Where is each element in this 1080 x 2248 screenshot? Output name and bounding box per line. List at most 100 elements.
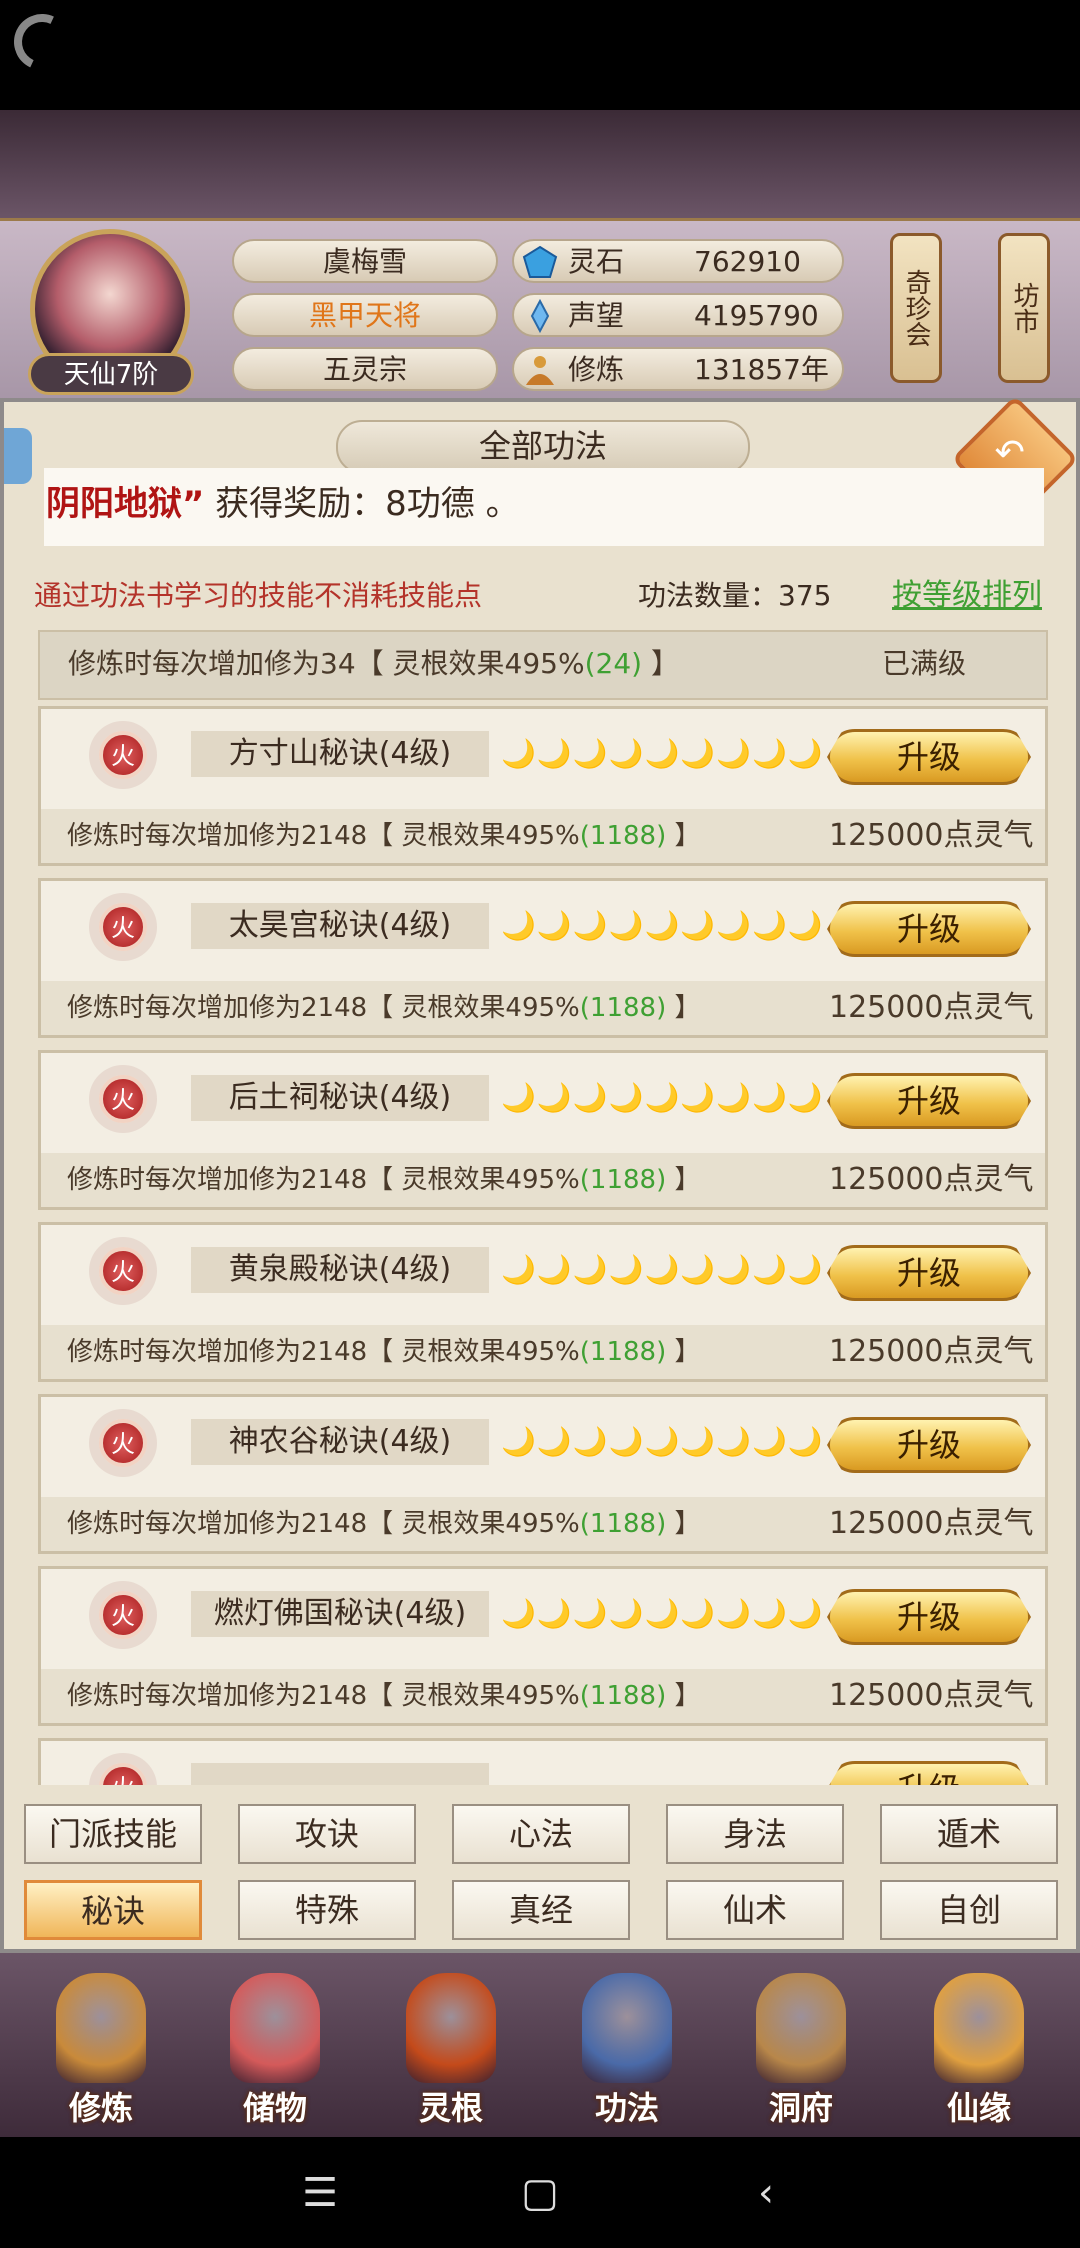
notice-highlight: 阴阳地狱” [46,484,205,524]
tab-7[interactable]: 真经 [452,1880,630,1940]
notice-text: 获得奖励：8功德 。 [215,484,520,524]
nav-icon [56,1973,146,2083]
system-nav-bar: ☰ ▢ ‹ [0,2137,1080,2248]
tab-0[interactable]: 门派技能 [24,1804,202,1864]
sort-by-level-link[interactable]: 按等级排列 [892,574,1042,618]
skill-desc: 修炼时每次增加修为2148【 灵根效果495%(1188) 】 [67,1165,701,1195]
skill-desc: 修炼时每次增加修为2148【 灵根效果495%(1188) 】 [67,1337,701,1367]
moon-rating: 🌙🌙🌙🌙🌙🌙🌙🌙🌙 [501,737,824,770]
nav-item-0[interactable]: 修炼 [36,1963,166,2133]
skills-panel: 全部功法 ↶ 阴阳地狱” 获得奖励：8功德 。 通过功法书学习的技能不消耗技能点… [0,395,1080,1953]
skill-desc: 修炼时每次增加修为2148【 灵根效果495%(1188) 】 [67,993,701,1023]
tab-1[interactable]: 攻诀 [238,1804,416,1864]
skill-count: 功法数量：375 [638,579,832,612]
nav-label: 储物 [242,2089,307,2127]
tab-8[interactable]: 仙术 [666,1880,844,1940]
stat-value: 4195790 [694,299,819,332]
nav-item-2[interactable]: 灵根 [386,1963,516,2133]
player-header: 天仙7阶 虞梅雪 黑甲天将 五灵宗 灵石 762910 声望 4195790 修… [0,218,1080,401]
menu-icon[interactable]: ☰ [290,2165,350,2221]
skill-hint: 通过功法书学习的技能不消耗技能点 [34,579,483,612]
player-sect: 五灵宗 [232,347,498,391]
moon-rating: 🌙🌙🌙🌙🌙🌙🌙🌙🌙 [501,1081,824,1114]
treasure-fair-button[interactable]: 奇珍会 [890,233,942,383]
side-tab[interactable] [4,428,32,484]
tab-6[interactable]: 特殊 [238,1880,416,1940]
nav-item-1[interactable]: 储物 [210,1963,340,2133]
home-icon[interactable]: ▢ [510,2165,570,2221]
skill-name: 黄泉殿秘诀(4级) [191,1247,489,1293]
reputation-icon [522,298,558,334]
player-title: 黑甲天将 [232,293,498,337]
upgrade-button[interactable]: 升级 [827,901,1031,957]
upgrade-cost: 125000点灵气 [829,1162,1034,1197]
moon-rating: 🌙🌙🌙🌙🌙🌙🌙🌙🌙 [501,1425,824,1458]
skill-card: 火 升级 [38,1738,1048,1785]
fire-element-icon: 火 [99,1591,147,1639]
upgrade-cost: 125000点灵气 [829,990,1034,1025]
upgrade-cost: 125000点灵气 [829,1334,1034,1369]
fire-element-icon: 火 [99,1419,147,1467]
skill-desc: 修炼时每次增加修为2148【 灵根效果495%(1188) 】 [67,1509,701,1539]
nav-icon [230,1973,320,2083]
spirit-stone-icon [522,245,558,279]
nav-icon [756,1973,846,2083]
tab-3[interactable]: 身法 [666,1804,844,1864]
nav-label: 洞府 [768,2089,833,2127]
nav-item-3[interactable]: 功法 [562,1963,692,2133]
skill-name: 太昊宫秘诀(4级) [191,903,489,949]
upgrade-button[interactable]: 升级 [827,1073,1031,1129]
skill-card: 火 太昊宫秘诀(4级) 🌙🌙🌙🌙🌙🌙🌙🌙🌙 升级 修炼时每次增加修为2148【 … [38,878,1048,1038]
upgrade-button[interactable]: 升级 [827,729,1031,785]
nav-item-5[interactable]: 仙缘 [914,1963,1044,2133]
tab-4[interactable]: 遁术 [880,1804,1058,1864]
nav-icon [934,1973,1024,2083]
skill-desc: 修炼时每次增加修为2148【 灵根效果495%(1188) 】 [67,1681,701,1711]
upgrade-cost: 125000点灵气 [829,818,1034,853]
skill-name [191,1763,489,1785]
nav-icon [582,1973,672,2083]
bottom-nav: 修炼 储物 灵根 功法 洞府 仙缘 [0,1953,1080,2137]
hint-row: 通过功法书学习的技能不消耗技能点 功法数量：375 按等级排列 [34,574,1054,618]
panel-title: 全部功法 [336,420,750,474]
tab-5[interactable]: 秘诀 [24,1880,202,1940]
skill-name: 后土祠秘诀(4级) [191,1075,489,1121]
skill-name: 燃灯佛国秘诀(4级) [191,1591,489,1637]
nav-label: 仙缘 [946,2089,1011,2127]
market-button[interactable]: 坊市 [998,233,1050,383]
top-banner [0,110,1080,218]
nav-label: 灵根 [418,2089,483,2127]
nav-icon [406,1973,496,2083]
stat-label: 声望 [568,299,625,332]
max-level-status: 已满级 [882,647,967,680]
upgrade-cost: 125000点灵气 [829,1678,1034,1713]
fire-element-icon: 火 [99,1075,147,1123]
stat-value: 131857年 [694,353,829,386]
upgrade-button[interactable]: 升级 [827,1245,1031,1301]
stat-label: 修炼 [568,353,625,386]
stat-value: 762910 [694,245,801,278]
nav-item-4[interactable]: 洞府 [736,1963,866,2133]
upgrade-cost: 125000点灵气 [829,1506,1034,1541]
skill-card: 火 方寸山秘诀(4级) 🌙🌙🌙🌙🌙🌙🌙🌙🌙 升级 修炼时每次增加修为2148【 … [38,706,1048,866]
stat-reputation: 声望 4195790 [512,293,844,337]
stat-label: 灵石 [568,245,625,278]
fire-element-icon: 火 [99,1247,147,1295]
fire-element-icon: 火 [99,903,147,951]
tab-2[interactable]: 心法 [452,1804,630,1864]
rank-badge: 天仙7阶 [28,353,194,395]
upgrade-button[interactable]: 升级 [827,1589,1031,1645]
skill-list[interactable]: 修炼时每次增加修为34【 灵根效果495%(24) 】 已满级 火 方寸山秘诀(… [38,630,1050,1785]
reward-notice: 阴阳地狱” 获得奖励：8功德 。 [44,468,1044,546]
cultivation-icon [522,353,558,387]
player-name: 虞梅雪 [232,239,498,283]
list-item: 修炼时每次增加修为34【 灵根效果495%(24) 】 已满级 [38,630,1048,700]
category-tabs: 门派技能 攻诀 心法 身法 遁术秘诀 特殊 真经 仙术 自创 [24,1804,1064,1944]
back-icon[interactable]: ‹ [736,2165,796,2221]
skill-name: 神农谷秘诀(4级) [191,1419,489,1465]
tab-9[interactable]: 自创 [880,1880,1058,1940]
upgrade-button[interactable]: 升级 [827,1761,1031,1785]
stat-cultivation: 修炼 131857年 [512,347,844,391]
upgrade-button[interactable]: 升级 [827,1417,1031,1473]
skill-desc: 修炼时每次增加修为34【 灵根效果495%(24) 】 [68,647,679,680]
